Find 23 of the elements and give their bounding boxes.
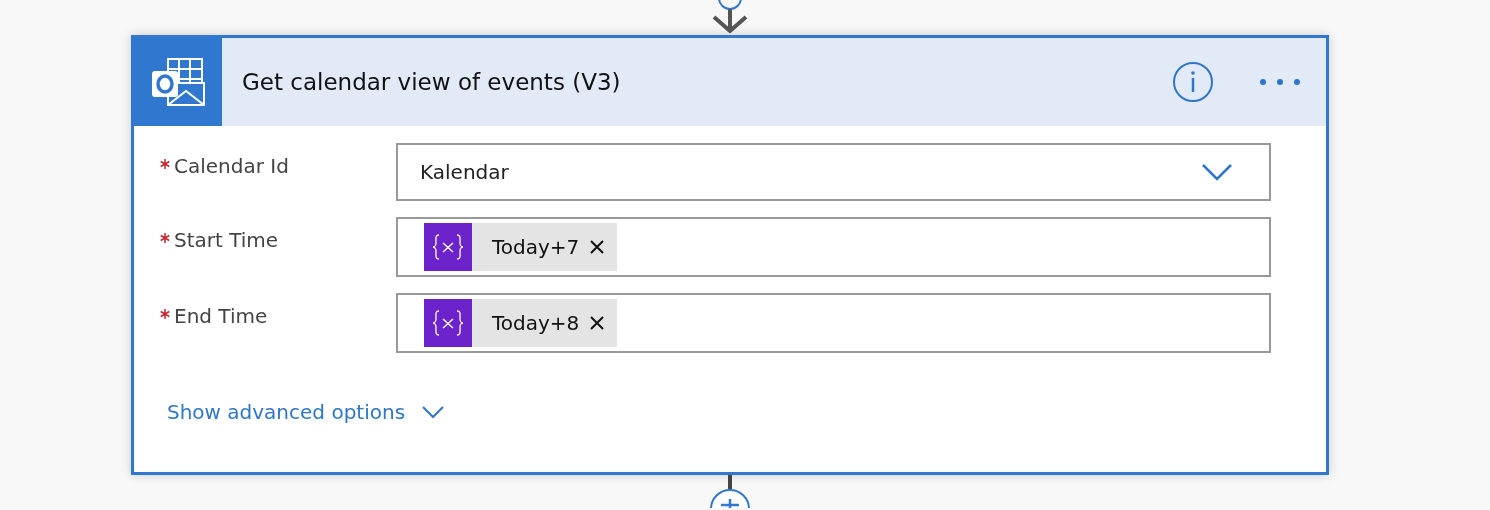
- token-input-field[interactable]: Today+8: [396, 293, 1271, 353]
- expression-token[interactable]: Today+7: [424, 223, 618, 271]
- close-icon[interactable]: [589, 239, 606, 255]
- expression-icon: [431, 233, 465, 261]
- field-label: Start Time: [174, 228, 279, 252]
- mail-calendar-icon: [150, 57, 206, 107]
- expression-token[interactable]: Today+8: [424, 299, 618, 347]
- close-icon[interactable]: [589, 315, 606, 331]
- more-options-icon[interactable]: [1258, 78, 1302, 86]
- card-title: Get calendar view of events (V3): [242, 67, 622, 97]
- add-step-icon[interactable]: [709, 475, 751, 508]
- dropdown-value: Kalendar: [420, 159, 510, 186]
- token-input-field[interactable]: Today+7: [396, 217, 1271, 277]
- chevron-down-icon: [421, 405, 446, 419]
- token-label: Today+8: [492, 310, 580, 337]
- expression-icon: [431, 309, 465, 337]
- chevron-down-icon: [1201, 163, 1233, 181]
- field-label: End Time: [174, 304, 268, 328]
- show-advanced-options-link[interactable]: Show advanced options: [167, 397, 446, 427]
- info-icon[interactable]: [1172, 61, 1214, 103]
- calendar-dropdown[interactable]: Kalendar: [396, 143, 1271, 201]
- token-label: Today+7: [492, 234, 580, 261]
- field-label: Calendar Id: [174, 154, 289, 178]
